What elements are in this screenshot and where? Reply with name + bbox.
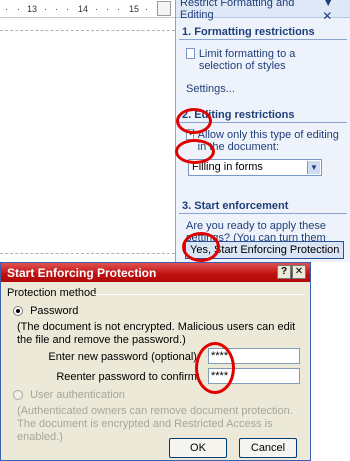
confirm-password-label: Reenter password to confirm: bbox=[56, 371, 200, 383]
password-option[interactable]: Password bbox=[13, 305, 78, 317]
password-option-label: Password bbox=[30, 305, 79, 317]
password-radio[interactable] bbox=[13, 306, 23, 317]
pane-header: Restrict Formatting and Editing ▼ ✕ bbox=[176, 0, 350, 23]
text-boundary-line bbox=[0, 30, 175, 31]
annotation-circle bbox=[182, 232, 220, 262]
pane-close-icon[interactable]: ▼ ✕ bbox=[322, 0, 346, 23]
close-icon[interactable]: ✕ bbox=[292, 265, 306, 279]
user-auth-radio bbox=[13, 390, 23, 401]
chevron-down-icon[interactable]: ▼ bbox=[307, 161, 320, 174]
protection-method-label: Protection method bbox=[7, 287, 97, 299]
ruler-tick: 13 bbox=[27, 4, 38, 14]
pane-title: Restrict Formatting and Editing bbox=[180, 0, 295, 21]
dialog-titlebar: Start Enforcing Protection ? ✕ bbox=[1, 263, 310, 282]
start-enforcement-title: 3. Start enforcement bbox=[179, 198, 347, 214]
text-boundary-line bbox=[0, 253, 175, 254]
new-password-label: Enter new password (optional): bbox=[48, 351, 200, 363]
ok-button[interactable]: OK bbox=[169, 438, 227, 458]
annotation-circle bbox=[175, 139, 215, 164]
formatting-restrictions-title: 1. Formatting restrictions bbox=[179, 24, 347, 40]
limit-formatting-label: Limit formatting to a selection of style… bbox=[198, 48, 296, 72]
settings-link[interactable]: Settings... bbox=[186, 83, 340, 95]
ruler-end-marker-icon bbox=[157, 1, 171, 16]
ruler-tick: 14 bbox=[78, 4, 89, 14]
start-enforcing-dialog: Start Enforcing Protection ? ✕ Protectio… bbox=[0, 262, 311, 461]
dialog-title: Start Enforcing Protection bbox=[7, 265, 157, 280]
editing-type-select[interactable]: Filling in forms ▼ bbox=[188, 159, 322, 176]
password-note: (The document is not encrypted. Maliciou… bbox=[17, 321, 296, 346]
horizontal-ruler: 13 14 15 bbox=[0, 0, 175, 18]
user-auth-option-label: User authentication bbox=[30, 389, 125, 401]
limit-formatting-checkbox[interactable] bbox=[186, 48, 195, 59]
cancel-button[interactable]: Cancel bbox=[239, 438, 297, 458]
user-auth-option: User authentication bbox=[13, 389, 125, 401]
document-area[interactable]: 13 14 15 bbox=[0, 0, 175, 262]
allow-editing-label: Allow only this type of editing in the d… bbox=[197, 129, 339, 153]
help-icon[interactable]: ? bbox=[277, 265, 291, 279]
annotation-circle bbox=[176, 108, 212, 134]
group-divider bbox=[93, 294, 305, 295]
annotation-circle bbox=[195, 342, 235, 394]
ruler-tick: 15 bbox=[129, 4, 140, 14]
